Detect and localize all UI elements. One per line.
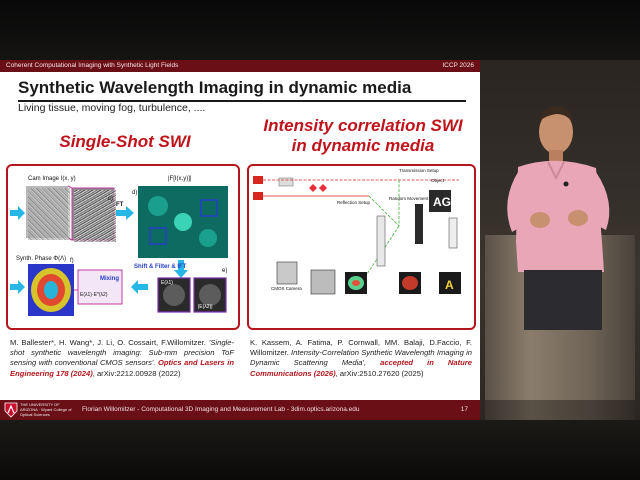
ag-letters: AG [433, 195, 451, 209]
presenter-left-hand [530, 212, 550, 228]
right-heading-line2: in dynamic media [291, 136, 435, 155]
cube-icon [310, 269, 336, 295]
slide-header-bar: Coherent Computational Imaging with Synt… [0, 60, 480, 72]
svg-text:A: A [445, 278, 454, 292]
ft-arrow-icon [116, 206, 134, 220]
footer-text: Florian Willomitzer - Computational 3D I… [82, 406, 360, 413]
left-column-heading: Single-Shot SWI [59, 132, 191, 151]
mix-formula: E(λ1)·E*(λ2) [80, 292, 108, 298]
label-d: d) [132, 190, 138, 196]
random-movement-label: Random Movement [389, 196, 429, 201]
slide-title: Synthetic Wavelength Imaging in dynamic … [18, 78, 412, 97]
stage-floor [0, 420, 640, 480]
cam-image-label: Cam Image I(x, y) [28, 176, 76, 182]
input-arrow-icon [10, 206, 25, 220]
lapel-mic-icon [563, 181, 569, 187]
right-citation: K. Kassem, A. Fatima, P. Cornwall, MM. B… [250, 338, 472, 379]
transmission-setup-label: Transmission Setup [399, 168, 439, 173]
e2-label: |E(λ2)| [198, 304, 213, 310]
slide-subtitle: Living tissue, moving fog, turbulence, .… [18, 102, 206, 114]
right-heading-line1: Intensity correlation SWI [263, 116, 463, 135]
ft-label: |F[I(x,y)]| [168, 176, 192, 182]
reflection-setup-label: Reflection Setup [337, 200, 371, 205]
mixing-arrow-icon [131, 280, 148, 294]
optical-setup-diagram: AG A [253, 176, 461, 295]
page-number: 17 [460, 406, 468, 413]
speckle-texture [28, 188, 70, 240]
cmos-camera-icon [276, 261, 298, 285]
presenter-figure [507, 106, 610, 330]
e1-label: E(λ1) [161, 280, 173, 286]
university-logo-icon [4, 402, 18, 418]
label-f: f) [70, 258, 74, 264]
header-left-text: Coherent Computational Imaging with Synt… [6, 62, 179, 69]
label-c: c) [108, 196, 113, 202]
single-shot-diagram-panel: Cam Image I(x, y) c) d) |F[I(x,y)]| FT S… [6, 164, 240, 330]
left-cite-arxiv: , arXiv:2212.00928 (2022) [92, 368, 181, 378]
ceiling [0, 0, 640, 60]
left-cite-authors: M. Ballester*, H. Wang*, J. Li, O. Cossa… [10, 338, 206, 347]
output-arrow-icon [10, 280, 25, 294]
podium-shadow [485, 400, 635, 420]
object-label: Object [431, 178, 445, 183]
mixing-label: Mixing [100, 276, 119, 282]
cmos-camera-label: CMOS Camera [271, 286, 302, 291]
presentation-slide: Coherent Computational Imaging with Synt… [0, 60, 480, 420]
right-column-heading: Intensity correlation SWI in dynamic med… [246, 116, 480, 156]
college-name: THE UNIVERSITY OF ARIZONA · Wyant Colleg… [20, 402, 72, 417]
presenter-right-hand [568, 210, 588, 226]
intensity-correlation-diagram-panel: AG A Transmission Setup Reflection Setup… [247, 164, 476, 330]
laser-1-icon [253, 176, 263, 184]
laser-2-icon [253, 192, 263, 200]
synth-phase-label: Synth. Phase Φ(Λ) [16, 256, 67, 262]
header-right-text: ICCP 2026 [442, 62, 474, 69]
left-citation: M. Ballester*, H. Wang*, J. Li, O. Cossa… [10, 338, 234, 379]
presenter-pants [524, 270, 602, 330]
ft-text: FT [116, 202, 124, 208]
label-e: e) [222, 268, 228, 274]
slide-footer-bar: THE UNIVERSITY OF ARIZONA · Wyant Colleg… [0, 400, 480, 420]
right-cite-arxiv: , arXiv:2510.27620 (2025) [335, 368, 424, 378]
shift-filter-label: Shift & Filter & IFT [134, 264, 187, 270]
